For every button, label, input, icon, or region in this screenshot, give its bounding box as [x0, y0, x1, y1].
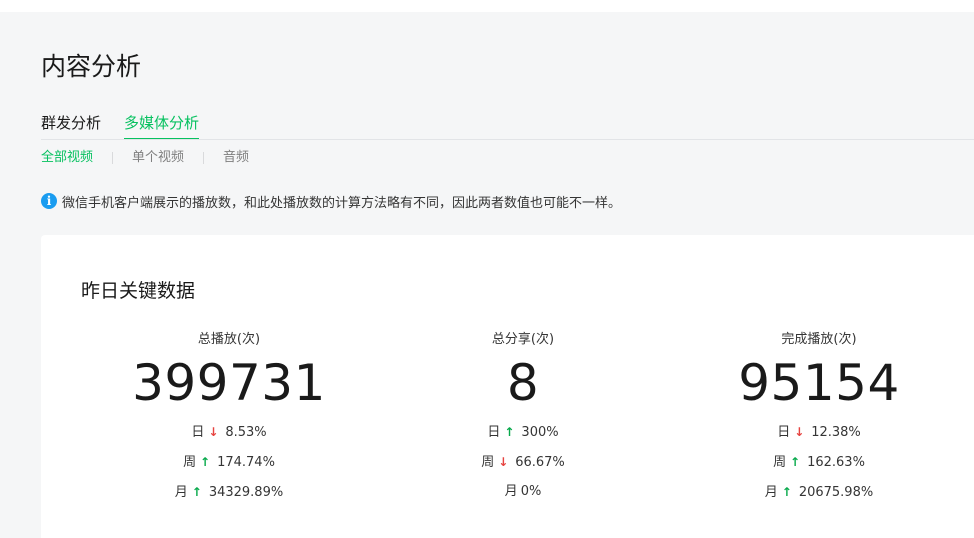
sub-tab-audio[interactable]: 音频: [223, 149, 249, 167]
metric-total-shares: 总分享(次) 8 日 ↑ 300% 周 ↓ 66.67% 月 0%: [413, 331, 633, 501]
metric-value: 8: [506, 354, 540, 412]
notice-banner: i 微信手机客户端展示的播放数，和此处播放数的计算方法略有不同，因此两者数值也可…: [41, 192, 622, 211]
metric-total-plays: 总播放(次) 399731 日 ↓ 8.53% 周 ↑ 174.74% 月 ↑ 34329.…: [119, 331, 339, 501]
trend-day: 日 ↑ 300%: [413, 423, 633, 441]
arrow-down-icon: ↓: [498, 455, 509, 469]
main-tabs: 群发分析 多媒体分析: [41, 112, 222, 140]
trend-day: 日 ↓ 8.53%: [119, 423, 339, 441]
trend-value: 12.38%: [811, 425, 861, 440]
sub-tab-divider: [112, 152, 114, 164]
arrow-up-icon: ↑: [790, 455, 801, 469]
trend-label: 日: [487, 425, 501, 440]
tabs-divider: [41, 139, 974, 140]
arrow-up-icon: ↑: [781, 485, 792, 499]
sub-tabs: 全部视频 单个视频 音频: [41, 149, 249, 167]
info-icon: i: [41, 193, 57, 209]
page-title: 内容分析: [41, 52, 142, 81]
sub-tab-single-video[interactable]: 单个视频: [132, 149, 184, 167]
trend-value: 8.53%: [225, 425, 267, 440]
sub-tab-all-videos[interactable]: 全部视频: [41, 149, 93, 167]
metric-completed-plays: 完成播放(次) 95154 日 ↓ 12.38% 周 ↑ 162.63% 月 ↑ 20675…: [709, 331, 929, 501]
arrow-down-icon: ↓: [208, 425, 219, 439]
trend-month: 月 ↑ 20675.98%: [709, 483, 929, 501]
trend-day: 日 ↓ 12.38%: [709, 423, 929, 441]
trend-label: 月: [174, 485, 188, 500]
trend-week: 周 ↓ 66.67%: [413, 453, 633, 471]
trend-value: 300%: [521, 425, 559, 440]
trend-label: 周: [183, 455, 197, 470]
key-data-card: 昨日关键数据 总播放(次) 399731 日 ↓ 8.53% 周 ↑ 174.74% 月…: [41, 235, 974, 538]
trend-value: 162.63%: [807, 455, 865, 470]
tab-mass-send-analysis[interactable]: 群发分析: [41, 112, 101, 138]
metric-label: 完成播放(次): [781, 332, 857, 347]
arrow-up-icon: ↑: [191, 485, 202, 499]
trend-value: 0%: [520, 484, 542, 499]
trend-label: 月: [504, 484, 518, 499]
arrow-up-icon: ↑: [200, 455, 211, 469]
metric-label: 总播放(次): [197, 332, 261, 347]
metric-label: 总分享(次): [491, 332, 555, 347]
trend-label: 日: [777, 425, 791, 440]
trend-label: 周: [481, 455, 495, 470]
arrow-up-icon: ↑: [504, 425, 515, 439]
card-title: 昨日关键数据: [81, 280, 196, 302]
notice-text: 微信手机客户端展示的播放数，和此处播放数的计算方法略有不同，因此两者数值也可能不…: [62, 195, 622, 211]
metric-value: 95154: [738, 354, 900, 412]
trend-label: 周: [773, 455, 787, 470]
trend-value: 34329.89%: [208, 485, 284, 500]
trend-label: 日: [191, 425, 205, 440]
tab-multimedia-analysis[interactable]: 多媒体分析: [124, 112, 200, 140]
trend-value: 20675.98%: [798, 485, 874, 500]
trend-value: 66.67%: [515, 455, 565, 470]
arrow-down-icon: ↓: [794, 425, 805, 439]
trend-week: 周 ↑ 174.74%: [119, 453, 339, 471]
metric-value: 399731: [132, 354, 326, 412]
sub-tab-divider: [203, 152, 205, 164]
trend-month: 月 ↑ 34329.89%: [119, 483, 339, 501]
trend-week: 周 ↑ 162.63%: [709, 453, 929, 471]
trend-value: 174.74%: [217, 455, 275, 470]
trend-month: 月 0%: [413, 483, 633, 501]
trend-label: 月: [764, 485, 778, 500]
